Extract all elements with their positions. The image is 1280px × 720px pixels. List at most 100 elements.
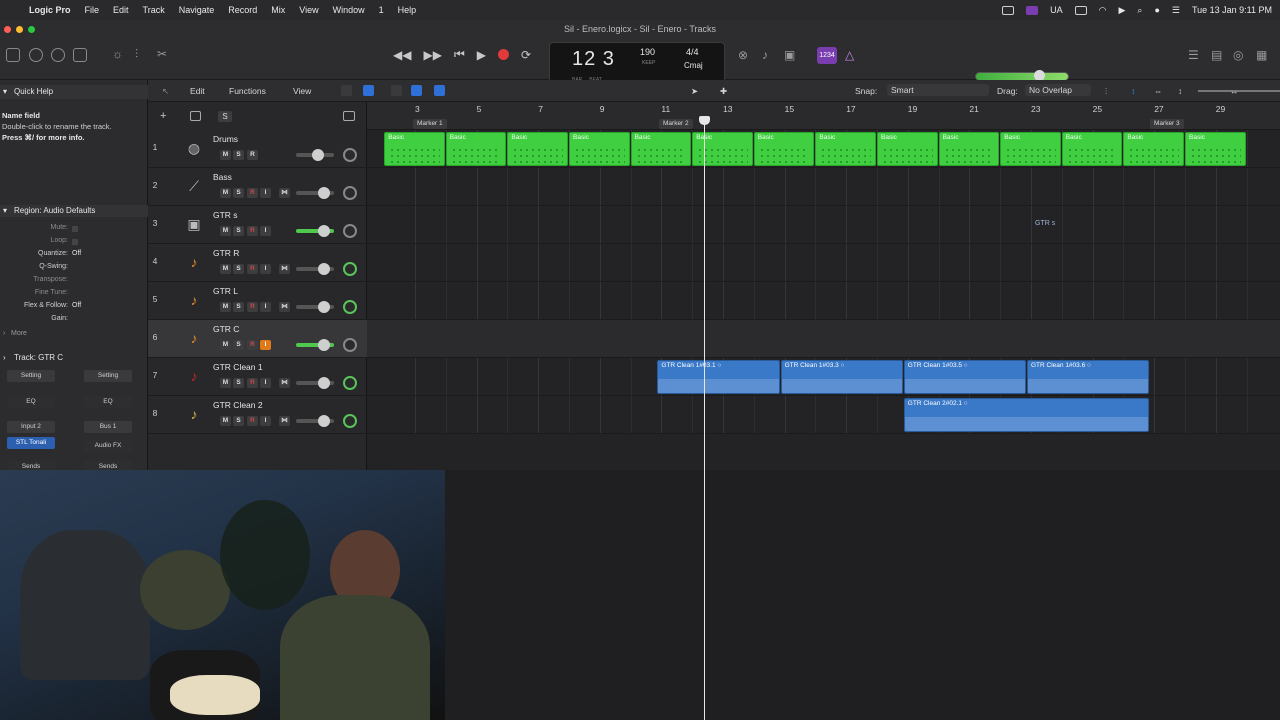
record-enable-button[interactable]: R [247, 188, 258, 198]
input-monitor-button[interactable]: I [260, 340, 271, 350]
record-button[interactable] [497, 49, 509, 60]
loop-browser-icon[interactable]: ◎ [1233, 48, 1243, 62]
region-row-gain[interactable]: Gain: [0, 315, 148, 328]
pointer-tool-icon[interactable]: ➤ [691, 86, 698, 97]
track-row-drums[interactable]: 1 ◍ Drums M S R [148, 130, 367, 168]
track-row-gtr-s[interactable]: 3 ▣ GTR s MSRI [148, 206, 367, 244]
audio-region-gtr-clean-1[interactable]: GTR Clean 1#03.5 ○ [903, 360, 1026, 394]
track-row-gtr-r[interactable]: 4 ♪ GTR R M S R I ⋈ [148, 244, 367, 282]
region-row-transpose[interactable]: Transpose: [0, 276, 148, 289]
solo-button[interactable]: S [233, 264, 244, 274]
track-name-field[interactable]: GTR Clean 1 [213, 362, 263, 372]
volume-fader-knob[interactable] [318, 263, 330, 275]
input-slot-left[interactable]: Input 2 [7, 421, 55, 433]
pan-knob[interactable] [343, 224, 357, 238]
marker-2[interactable]: Marker 2 [659, 119, 693, 129]
track-name-field[interactable]: GTR Clean 2 [213, 400, 263, 410]
record-enable-button[interactable]: R [247, 340, 258, 350]
menu-navigate[interactable]: Navigate [172, 5, 222, 15]
pan-knob[interactable] [343, 414, 357, 428]
track-name-field[interactable]: Bass [213, 172, 232, 182]
editors-icon[interactable]: ✂ [157, 47, 167, 61]
pan-knob[interactable] [343, 186, 357, 200]
mute-button[interactable]: M [220, 188, 231, 198]
volume-fader-knob[interactable] [318, 377, 330, 389]
screen-record-icon[interactable] [1026, 5, 1039, 15]
drum-region[interactable]: Basic [507, 132, 568, 166]
vertical-zoom-icon[interactable]: ↕ [1131, 86, 1135, 96]
pan-knob[interactable] [343, 148, 357, 162]
drum-region[interactable]: Basic [569, 132, 630, 166]
volume-fader-knob[interactable] [318, 301, 330, 313]
drum-region[interactable]: Basic [692, 132, 753, 166]
region-row-fine-tune[interactable]: Fine Tune: [0, 289, 148, 302]
toolbar-icon[interactable] [73, 48, 87, 62]
region-inspector-header[interactable]: ▾ Region: Audio Defaults [0, 205, 148, 217]
menu-app[interactable]: Logic Pro [22, 5, 78, 15]
zoom-horizontal-icon[interactable]: ↔ [1230, 86, 1239, 96]
tuner-icon[interactable]: ♪ [762, 48, 768, 62]
record-enable-button[interactable]: R [247, 416, 258, 426]
record-enable-button[interactable]: R [247, 264, 258, 274]
snap-select[interactable]: Smart [887, 84, 989, 96]
eq-button-right[interactable]: EQ [84, 396, 132, 408]
track-name-field[interactable]: GTR C [213, 324, 239, 334]
solo-button[interactable]: S [233, 416, 244, 426]
record-enable-button[interactable]: R [247, 226, 258, 236]
quick-help-header[interactable]: ▾ Quick Help [0, 85, 148, 99]
input-monitor-button[interactable]: I [260, 302, 271, 312]
mute-button[interactable]: M [220, 416, 231, 426]
low-latency-icon[interactable]: ⊗ [738, 48, 748, 62]
input-monitor-button[interactable]: I [260, 188, 271, 198]
secondary-tool-icon[interactable]: ✚ [720, 86, 727, 97]
menu-edit[interactable]: Edit [106, 5, 136, 15]
drum-region[interactable]: Basic [877, 132, 938, 166]
drum-region[interactable]: Basic [815, 132, 876, 166]
track-row-gtr-l[interactable]: 5 ♪ GTR L M S R I ⋈ [148, 282, 367, 320]
menu-track[interactable]: Track [136, 5, 172, 15]
drum-region[interactable]: Basic [445, 132, 507, 166]
metronome-icon[interactable]: △ [845, 48, 854, 62]
mute-button[interactable]: M [220, 340, 231, 350]
solo-button[interactable]: S [233, 226, 244, 236]
input-monitor-button[interactable]: I [260, 416, 271, 426]
cycle-icon[interactable]: ⟳ [521, 48, 531, 62]
input-monitor-button[interactable]: I [260, 378, 271, 388]
output-slot-right[interactable]: Bus 1 [84, 421, 132, 433]
menu-window[interactable]: Window [326, 5, 372, 15]
battery-icon[interactable] [1074, 5, 1087, 15]
region-row-flex[interactable]: Flex & Follow: Off [0, 302, 148, 315]
track-row-gtr-c[interactable]: 6 ♪ GTR C MSRI [148, 320, 367, 358]
region-row-loop[interactable]: Loop: [0, 237, 148, 250]
volume-fader-knob[interactable] [318, 415, 330, 427]
horizontal-zoom-icon[interactable]: ⇔ [1154, 86, 1163, 96]
ruler[interactable]: 3 5 7 9 11 13 15 17 19 21 23 25 27 29 Marker 1 Marker… [367, 102, 1280, 130]
fast-forward-icon[interactable]: ▶▶ [423, 48, 441, 62]
wifi-icon[interactable]: ◠ [1099, 5, 1107, 16]
audio-region-gtr-clean-1[interactable]: GTR Clean 1#03.6 ○ [1027, 360, 1150, 394]
functions-menu[interactable]: Functions [229, 86, 266, 96]
add-track-icon[interactable]: + [160, 110, 166, 122]
input-monitor-button[interactable]: I [260, 264, 271, 274]
pan-knob[interactable] [343, 262, 357, 276]
track-alt-icon[interactable]: ⋈ [279, 416, 290, 426]
track-row-gtr-clean-2[interactable]: 8 ♪ GTR Clean 2 M S R I ⋈ [148, 396, 367, 434]
mute-button[interactable]: M [220, 264, 231, 274]
pan-knob[interactable] [343, 300, 357, 314]
flex-icon[interactable] [411, 85, 422, 96]
setting-button-left[interactable]: Setting [7, 370, 55, 382]
flex-value[interactable]: Off [72, 302, 81, 309]
search-icon[interactable]: ⌕ [1137, 5, 1142, 16]
list-view-icon[interactable] [363, 85, 374, 96]
waveform-zoom-icon[interactable]: ⫶ [1105, 86, 1107, 97]
global-solo-button[interactable]: S [218, 111, 232, 122]
view-menu[interactable]: View [293, 86, 311, 96]
screen-mirror-icon[interactable] [1002, 5, 1015, 15]
zoom-slider[interactable] [1198, 90, 1246, 92]
solo-button[interactable]: S [233, 302, 244, 312]
menu-view[interactable]: View [292, 5, 325, 15]
control-center-icon[interactable]: ☰ [1172, 5, 1180, 16]
mute-checkbox[interactable] [72, 226, 78, 232]
playhead-handle[interactable] [699, 116, 710, 125]
volume-fader-knob[interactable] [312, 149, 324, 161]
